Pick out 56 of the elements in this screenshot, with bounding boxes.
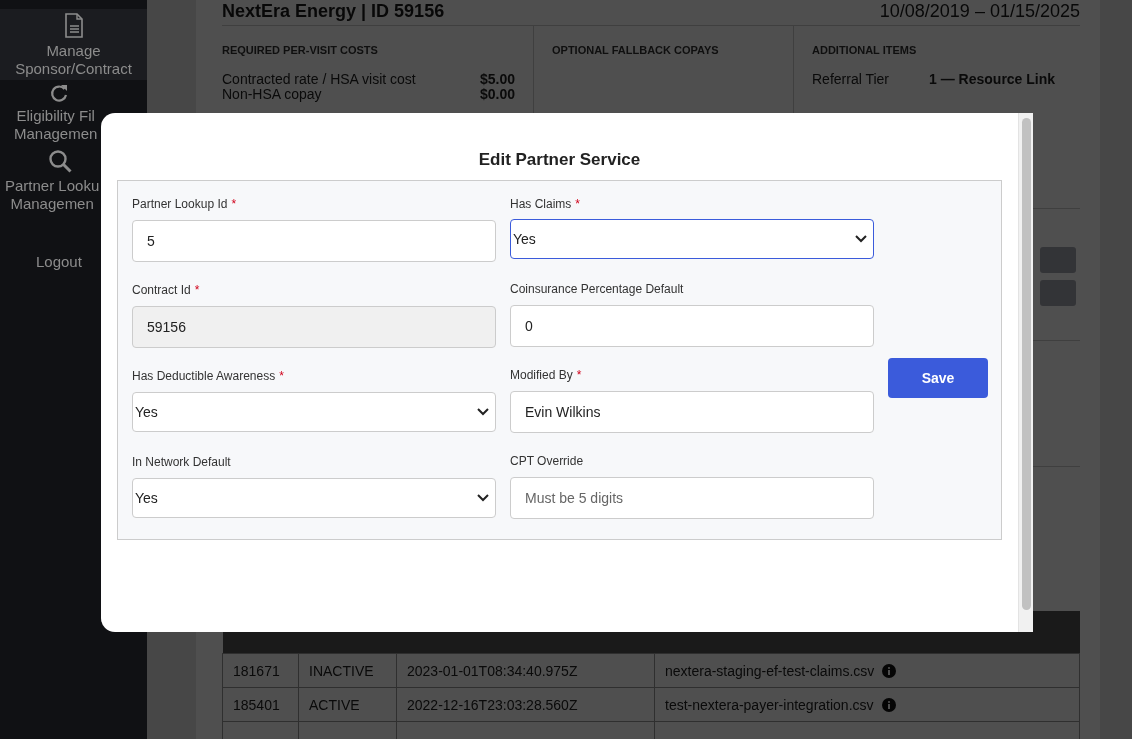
chevron-down-icon — [477, 494, 489, 502]
table-cell: nextera-staging-ef-test-claims.csv — [654, 653, 1080, 688]
section-heading: OPTIONAL FALLBACK COPAYS — [552, 44, 720, 56]
chevron-down-icon — [477, 408, 489, 416]
table-cell: INACTIVE — [298, 653, 397, 688]
input-field[interactable]: 59156 — [132, 306, 496, 348]
table-cell: 181671 — [222, 653, 299, 688]
action-button[interactable] — [1040, 280, 1076, 306]
input-field[interactable]: 0 — [510, 305, 874, 347]
field-label: Modified By — [510, 367, 573, 382]
table-cell: 2023-01-01T08:34:40.975Z — [396, 653, 655, 688]
save-button[interactable]: Save — [888, 357, 988, 398]
table-cell: ACTIVE — [298, 687, 397, 722]
section-heading: REQUIRED PER-VISIT COSTS — [222, 44, 379, 56]
cost-value: $5.00 — [479, 72, 515, 87]
refresh-icon — [50, 84, 69, 103]
page-title: NextEra Energy | ID 59156 — [222, 1, 445, 23]
nav-item[interactable]: Logout — [0, 249, 101, 273]
cost-value: $0.00 — [479, 87, 515, 102]
required-mark: * — [194, 282, 200, 297]
search-icon — [48, 149, 72, 173]
required-mark: * — [279, 368, 284, 383]
field-label: Coinsurance Percentage Default — [510, 281, 684, 296]
field-label: Contract Id — [132, 282, 191, 297]
select-field[interactable]: Yes — [132, 392, 496, 432]
required-mark: * — [576, 367, 582, 382]
document-icon — [62, 13, 85, 38]
field-label: Has Claims — [510, 196, 572, 211]
field-label: In Network Default — [132, 454, 231, 469]
cost-value: 1 — Resource Link — [929, 72, 1056, 87]
input-field[interactable]: Evin Wilkins — [510, 391, 874, 433]
cost-label: Non-HSA copay — [222, 87, 322, 102]
info-icon — [881, 697, 896, 712]
cost-label: Referral Tier — [812, 72, 890, 87]
field-label: CPT Override — [510, 453, 584, 468]
nav-item[interactable]: Eligibility Fil Managemen — [0, 80, 101, 145]
required-mark: * — [231, 196, 237, 211]
field-label: Partner Lookup Id — [132, 196, 228, 211]
required-mark: * — [575, 196, 580, 211]
chevron-down-icon — [855, 235, 867, 243]
nav-item[interactable]: Partner Looku Managemen — [0, 145, 101, 215]
info-icon — [882, 663, 897, 678]
cost-label: Contracted rate / HSA visit cost — [222, 72, 416, 87]
section-heading: ADDITIONAL ITEMS — [812, 44, 918, 56]
select-field[interactable]: Yes — [510, 219, 874, 259]
nav-item[interactable]: Manage Sponsor/Contract — [0, 9, 147, 80]
input-field[interactable]: 5 — [132, 220, 496, 262]
date-range: 10/08/2019 – 01/15/2025 — [879, 1, 1080, 23]
select-field[interactable]: Yes — [132, 478, 496, 518]
action-button[interactable] — [1040, 247, 1076, 273]
modal-title: Edit Partner Service — [477, 149, 642, 171]
input-field[interactable]: Must be 5 digits — [510, 477, 874, 519]
field-label: Has Deductible Awareness — [132, 368, 276, 383]
table-cell: 2022-12-16T23:03:28.560Z — [396, 687, 655, 722]
table-cell: test-nextera-payer-integration.csv — [654, 687, 1080, 722]
table-cell: 185401 — [222, 687, 299, 722]
